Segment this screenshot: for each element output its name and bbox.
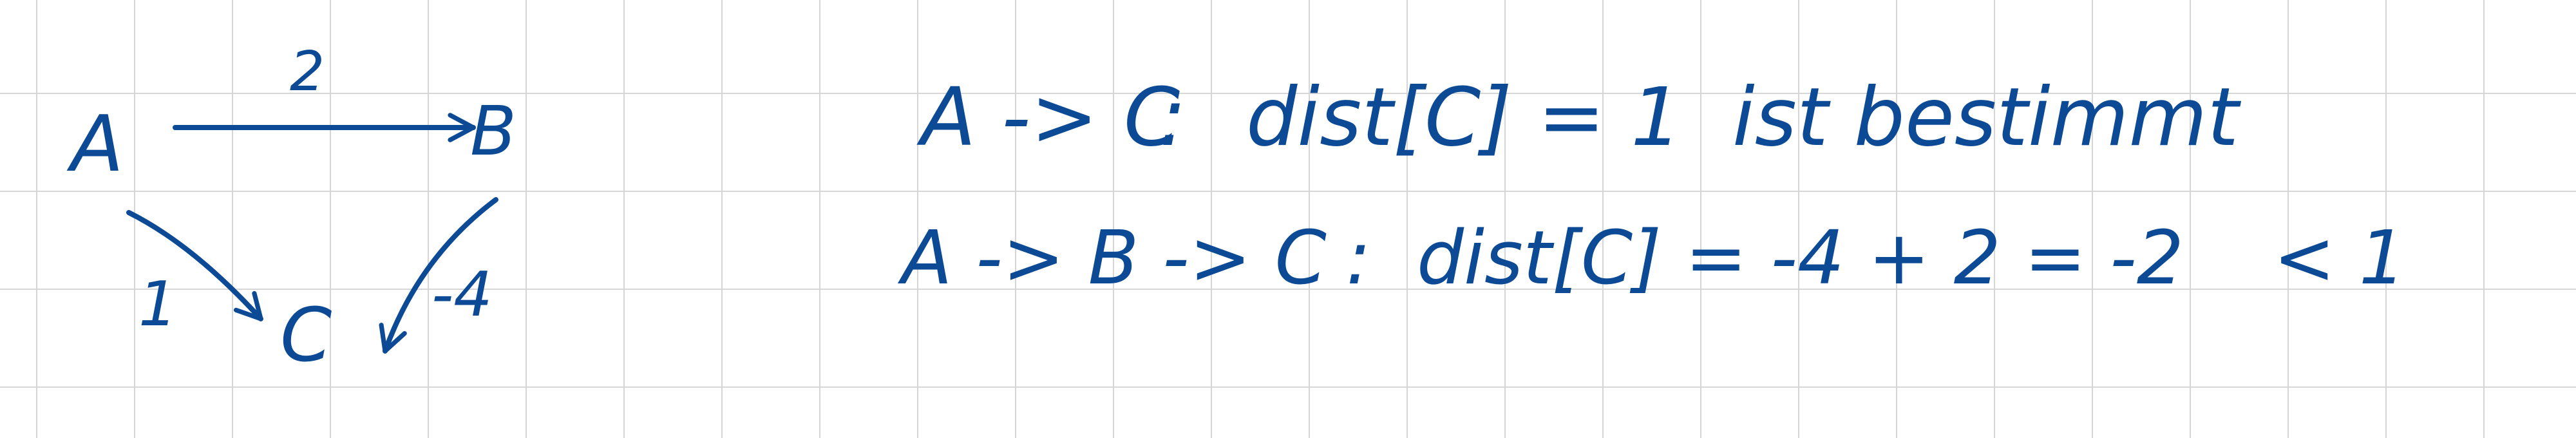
edge-a-c-weight: 1 bbox=[138, 269, 177, 340]
note-1-path: A -> C bbox=[916, 71, 1180, 164]
note-1-expression: dist[C] = 1 bbox=[1246, 71, 1682, 164]
node-c-label: C bbox=[280, 292, 332, 379]
note-1-separator: : bbox=[1159, 71, 1186, 164]
note-1-comment: ist bestimmt bbox=[1732, 71, 2241, 164]
note-line-2: A -> B -> C : dist[C] = -4 + 2 = -2 < 1 bbox=[897, 215, 2406, 301]
node-b-label: B bbox=[470, 92, 516, 171]
note-2-expression: dist[C] = -4 + 2 = -2 bbox=[1417, 215, 2184, 301]
edge-b-c-weight: -4 bbox=[431, 260, 493, 330]
note-2-comparison: < 1 bbox=[2273, 215, 2406, 301]
edge-a-b-weight: 2 bbox=[290, 40, 325, 104]
node-a-label: A bbox=[66, 100, 124, 189]
note-2-path: A -> B -> C bbox=[897, 215, 1327, 301]
note-line-1: A -> C : dist[C] = 1 ist bestimmt bbox=[916, 71, 2241, 164]
note-2-separator: : bbox=[1346, 215, 1371, 301]
grid-paper-page: A B C 2 1 -4 A -> C : dist[C] = 1 ist be… bbox=[0, 0, 2576, 438]
handwritten-notes: A B C 2 1 -4 A -> C : dist[C] = 1 ist be… bbox=[66, 40, 2406, 379]
